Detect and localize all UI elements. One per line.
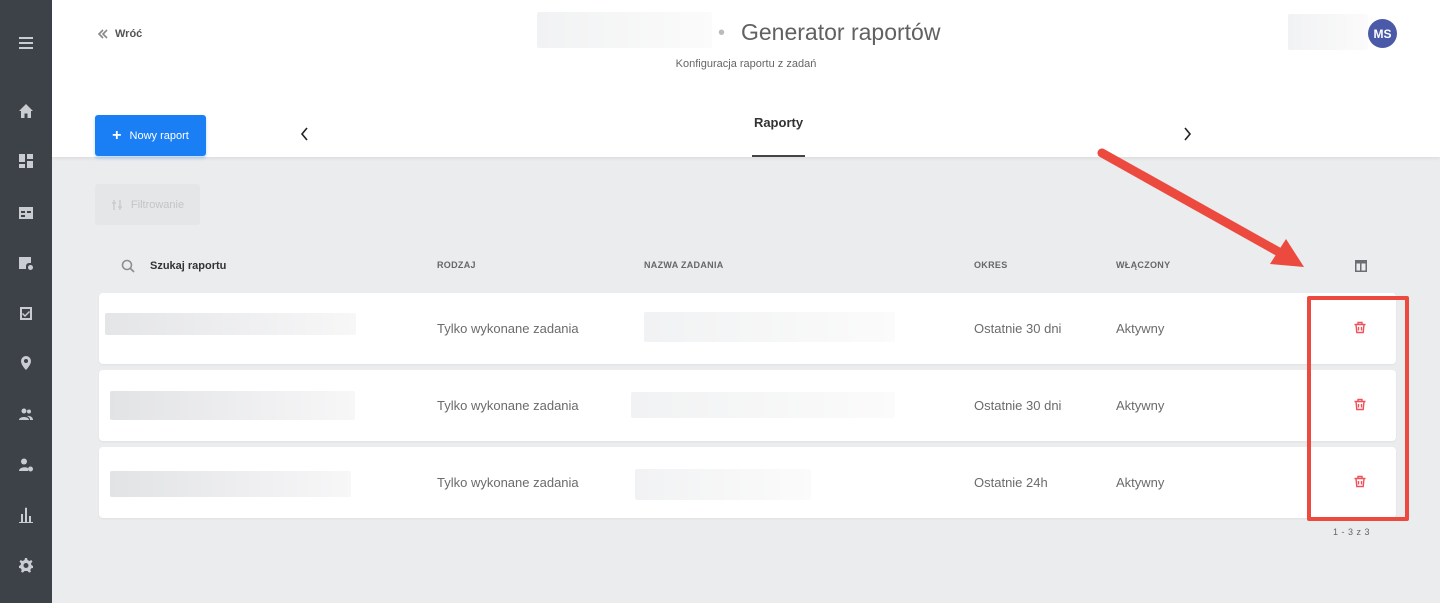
- cell-enabled: Aktywny: [1116, 321, 1165, 336]
- settings-icon[interactable]: [16, 555, 36, 575]
- users-icon[interactable]: [16, 404, 36, 424]
- location-icon[interactable]: [16, 353, 36, 373]
- calendar-icon[interactable]: [16, 202, 36, 222]
- table-row[interactable]: Tylko wykonane zadania Ostatnie 30 dni A…: [99, 293, 1396, 364]
- user-gear-icon[interactable]: [16, 455, 36, 475]
- search-icon: [121, 259, 135, 273]
- cell-enabled: Aktywny: [1116, 475, 1165, 490]
- redacted-task-name: [644, 312, 895, 342]
- task-settings-icon[interactable]: [16, 253, 36, 273]
- new-report-label: Nowy raport: [129, 129, 189, 142]
- redacted-user-name: [1288, 14, 1368, 50]
- page-header: Wróć • Generator raportów Konfiguracja r…: [52, 0, 1440, 157]
- table-row[interactable]: Tylko wykonane zadania Ostatnie 24h Akty…: [99, 447, 1396, 518]
- new-report-button[interactable]: + Nowy raport: [95, 115, 206, 156]
- column-header-task-name[interactable]: NAZWA ZADANIA: [644, 260, 724, 270]
- annotation-highlight-box: [1307, 296, 1409, 521]
- cell-period: Ostatnie 24h: [974, 475, 1048, 490]
- title-separator: •: [718, 22, 726, 44]
- checklist-icon[interactable]: [16, 303, 36, 323]
- filter-label: Filtrowanie: [130, 198, 185, 211]
- tab-prev-button[interactable]: [297, 125, 313, 143]
- page-subtitle: Konfiguracja raportu z zadań: [675, 58, 817, 70]
- back-link[interactable]: Wróć: [97, 28, 142, 40]
- redacted-report-name: [110, 391, 355, 420]
- column-header-type[interactable]: RODZAJ: [437, 260, 476, 270]
- plus-icon: +: [112, 126, 122, 144]
- cell-enabled: Aktywny: [1116, 398, 1165, 413]
- search-input[interactable]: [150, 255, 390, 277]
- cell-period: Ostatnie 30 dni: [974, 321, 1062, 336]
- tab-label: Raporty: [753, 115, 804, 130]
- redacted-report-name: [110, 471, 351, 497]
- cell-type: Tylko wykonane zadania: [437, 475, 579, 490]
- table-row[interactable]: Tylko wykonane zadania Ostatnie 30 dni A…: [99, 370, 1396, 441]
- filter-button[interactable]: Filtrowanie: [95, 184, 200, 225]
- pagination-info: 1 - 3 z 3: [1333, 527, 1371, 537]
- redacted-title-prefix: [537, 12, 712, 48]
- redacted-task-name: [635, 469, 811, 500]
- column-settings-icon[interactable]: [1354, 259, 1368, 273]
- cell-type: Tylko wykonane zadania: [437, 398, 579, 413]
- filter-sliders-icon: [111, 199, 122, 210]
- reports-icon[interactable]: [16, 505, 36, 525]
- redacted-task-name: [631, 392, 895, 418]
- back-label: Wróć: [115, 28, 143, 40]
- sidebar: [0, 0, 52, 603]
- cell-type: Tylko wykonane zadania: [437, 321, 579, 336]
- tab-active-indicator: [752, 155, 805, 157]
- dashboard-icon[interactable]: [16, 151, 36, 171]
- menu-icon[interactable]: [16, 33, 36, 53]
- page-title: Generator raportów: [741, 19, 941, 45]
- avatar[interactable]: MS: [1368, 19, 1397, 48]
- double-chevron-left-icon: [97, 29, 108, 39]
- column-header-period[interactable]: OKRES: [974, 260, 1008, 270]
- home-icon[interactable]: [16, 101, 36, 121]
- cell-period: Ostatnie 30 dni: [974, 398, 1062, 413]
- chevron-left-icon: [300, 127, 308, 141]
- annotation-arrow: [1097, 148, 1304, 267]
- tab-raporty[interactable]: Raporty: [752, 115, 805, 157]
- redacted-report-name: [105, 313, 356, 335]
